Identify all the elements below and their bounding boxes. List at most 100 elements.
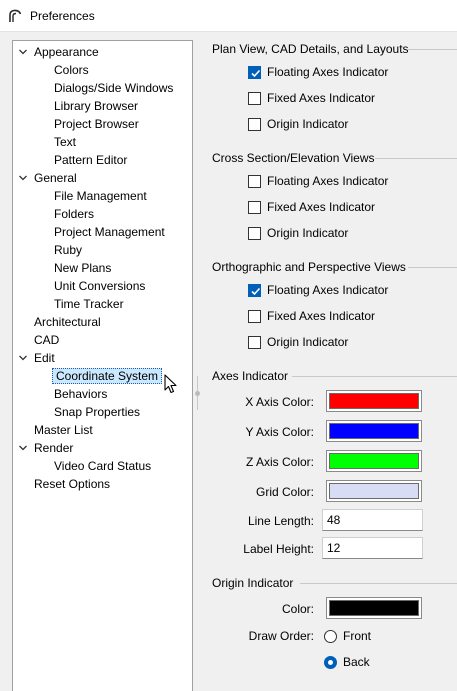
z-axis-color-swatch[interactable] [326,450,422,472]
draw-order-back-radio[interactable]: Back [324,654,370,670]
tree-item-label: Colors [54,63,89,77]
tree-item-label: Ruby [54,243,83,257]
tree-item-label: Coordinate System [52,368,163,384]
tree-item-appearance[interactable]: Appearance [19,43,101,61]
tree-item-label: Snap Properties [54,405,141,419]
section-divider [408,267,457,268]
section-title-cross-section: Cross Section/Elevation Views [212,151,375,165]
checkbox-label: Floating Axes Indicator [267,283,389,297]
plan-origin-checkbox[interactable]: Origin Indicator [248,116,348,132]
cross-fixed-axes-checkbox[interactable]: Fixed Axes Indicator [248,199,375,215]
title-bar: Preferences [0,0,457,32]
tree-item-ruby[interactable]: Ruby [52,241,84,259]
draw-order-label: Draw Order: [248,629,314,643]
checkbox-unchecked-icon [248,174,261,188]
cross-floating-axes-checkbox[interactable]: Floating Axes Indicator [248,173,388,189]
checkbox-label: Origin Indicator [267,117,349,131]
origin-color-label: Color: [281,602,314,616]
tree-item-project-management[interactable]: Project Management [52,223,167,241]
category-tree[interactable]: Appearance Colors Dialogs/Side Windows Libr… [12,40,193,691]
ortho-floating-axes-checkbox[interactable]: Floating Axes Indicator [248,282,388,298]
checkbox-label: Fixed Axes Indicator [267,309,376,323]
checkbox-label: Floating Axes Indicator [267,65,389,79]
tree-item-library-browser[interactable]: Library Browser [52,97,140,115]
tree-item-label: Video Card Status [54,459,152,473]
checkbox-label: Fixed Axes Indicator [267,200,376,214]
tree-item-label: Architectural [34,315,101,329]
tree-item-behaviors[interactable]: Behaviors [52,385,109,403]
tree-item-dialogs-side-windows[interactable]: Dialogs/Side Windows [52,79,175,97]
plan-fixed-axes-checkbox[interactable]: Fixed Axes Indicator [248,90,375,106]
tree-item-label: Unit Conversions [54,279,146,293]
tree-item-video-card-status[interactable]: Video Card Status [52,457,153,475]
chevron-down-icon[interactable] [17,352,29,364]
tree-item-master-list[interactable]: Master List [32,421,95,439]
tree-item-label: Project Management [54,225,165,239]
label-height-input[interactable]: 12 [322,537,423,559]
tree-item-time-tracker[interactable]: Time Tracker [52,295,126,313]
x-axis-color-swatch[interactable] [326,390,422,412]
tree-item-label: Appearance [34,45,99,59]
tree-item-coordinate-system[interactable]: Coordinate System [52,367,163,385]
checkbox-label: Floating Axes Indicator [267,174,389,188]
checkbox-checked-icon [248,65,261,79]
checkbox-label: Origin Indicator [267,335,349,349]
z-axis-color-label: Z Axis Color: [245,455,314,469]
draw-order-front-radio[interactable]: Front [324,628,371,644]
checkbox-label: Origin Indicator [267,226,349,240]
tree-item-label: Render [34,441,74,455]
tree-item-file-management[interactable]: File Management [52,187,149,205]
origin-color-swatch[interactable] [326,597,422,619]
chevron-down-icon[interactable] [17,442,29,454]
tree-item-pattern-editor[interactable]: Pattern Editor [52,151,129,169]
y-axis-color-swatch[interactable] [326,420,422,442]
checkbox-unchecked-icon [248,309,261,323]
line-length-label: Line Length: [247,514,314,528]
z-axis-color-fill [329,453,419,469]
cross-origin-checkbox[interactable]: Origin Indicator [248,225,348,241]
tree-item-reset-options[interactable]: Reset Options [32,475,112,493]
checkbox-checked-icon [248,283,261,297]
tree-item-label: General [34,171,77,185]
checkbox-unchecked-icon [248,226,261,240]
tree-item-label: Master List [34,423,93,437]
chevron-down-icon[interactable] [17,46,29,58]
tree-item-cad[interactable]: CAD [32,331,61,349]
grid-color-swatch[interactable] [326,480,422,502]
tree-item-edit[interactable]: Edit [19,349,57,367]
section-title-plan-view: Plan View, CAD Details, and Layouts [212,42,409,56]
tree-item-unit-conversions[interactable]: Unit Conversions [52,277,147,295]
y-axis-color-fill [329,423,419,439]
tree-item-snap-properties[interactable]: Snap Properties [52,403,142,421]
tree-item-general[interactable]: General [19,169,79,187]
checkbox-unchecked-icon [248,200,261,214]
tree-item-colors[interactable]: Colors [52,61,91,79]
x-axis-color-label: X Axis Color: [245,395,314,409]
tree-item-label: Text [54,135,77,149]
line-length-input[interactable]: 48 [322,509,423,531]
radio-off-icon [324,629,337,643]
grid-color-label: Grid Color: [255,485,314,499]
section-divider [407,49,457,50]
tree-item-folders[interactable]: Folders [52,205,96,223]
section-title-origin-indicator: Origin Indicator [212,576,294,590]
checkbox-unchecked-icon [248,117,261,131]
tree-item-project-browser[interactable]: Project Browser [52,115,141,133]
tree-item-new-plans[interactable]: New Plans [52,259,113,277]
plan-floating-axes-checkbox[interactable]: Floating Axes Indicator [248,64,388,80]
section-divider [292,376,457,377]
ortho-origin-checkbox[interactable]: Origin Indicator [248,334,348,350]
tree-item-architectural[interactable]: Architectural [32,313,103,331]
y-axis-color-label: Y Axis Color: [245,425,314,439]
section-divider [375,158,457,159]
mouse-pointer-icon [164,374,177,394]
tree-item-render[interactable]: Render [19,439,75,457]
checkbox-unchecked-icon [248,335,261,349]
pane-splitter[interactable] [195,376,200,410]
chevron-down-icon[interactable] [17,172,29,184]
tree-item-label: Project Browser [54,117,139,131]
tree-item-text[interactable]: Text [52,133,78,151]
tree-item-label: Reset Options [34,477,111,491]
ortho-fixed-axes-checkbox[interactable]: Fixed Axes Indicator [248,308,375,324]
tree-item-label: Time Tracker [54,297,124,311]
